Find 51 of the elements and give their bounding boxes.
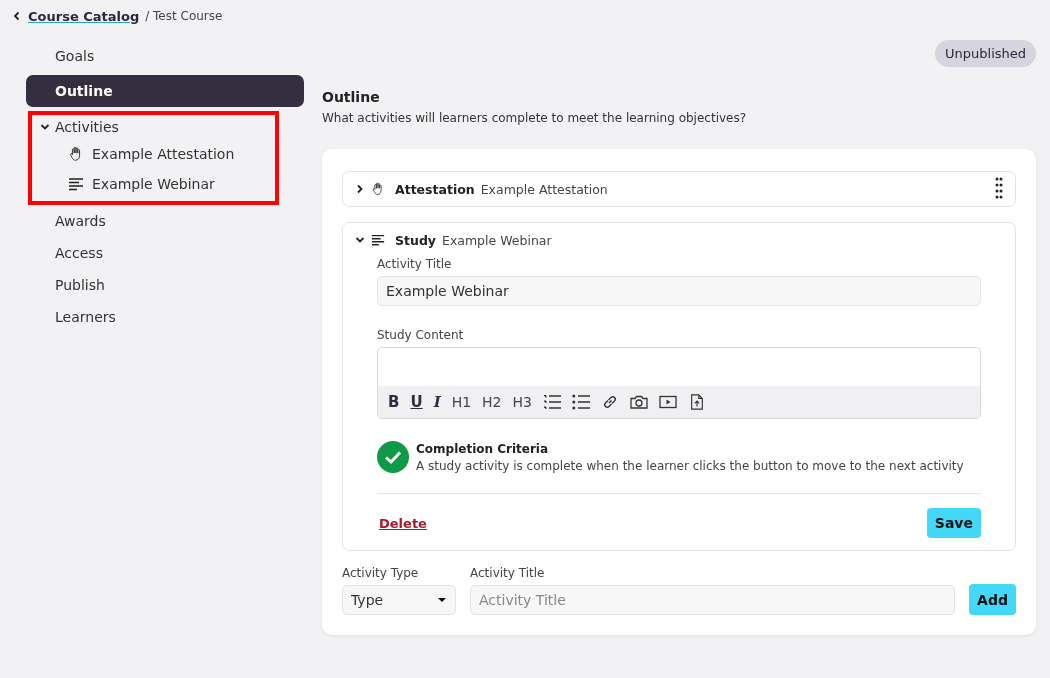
field-label: Study Content [377, 328, 465, 342]
text-lines-icon [68, 176, 84, 192]
activity-type: Study [395, 232, 436, 248]
hand-icon [371, 182, 385, 196]
save-button[interactable]: Save [926, 508, 981, 538]
italic-button[interactable]: I [433, 393, 441, 411]
activity-name: Example Webinar [442, 232, 552, 248]
criteria-text: A study activity is complete when the learner clicks the button to move to the next activity [416, 458, 964, 473]
camera-icon[interactable] [629, 394, 648, 410]
delete-link[interactable]: Delete [379, 515, 427, 531]
text-lines-icon [371, 233, 385, 247]
caret-icon [437, 597, 447, 603]
bullet-list-icon[interactable] [571, 394, 590, 410]
check-circle-icon [377, 441, 409, 473]
sidebar-item[interactable]: Publish [26, 269, 304, 301]
section-title: Outline [322, 89, 381, 105]
drag-handle-icon[interactable] [995, 177, 1003, 201]
video-icon[interactable] [658, 394, 677, 410]
chevron-icon[interactable] [355, 235, 365, 245]
sidebar-item[interactable]: Access [26, 237, 304, 269]
sidebar-item[interactable]: Learners [26, 301, 304, 333]
back-chevron-icon[interactable] [12, 11, 22, 21]
heading-button[interactable]: H2 [482, 394, 502, 410]
activity-type-dropdown[interactable]: Type [342, 585, 456, 615]
field-label: Activity Title [470, 566, 546, 580]
sidebar-item[interactable]: Awards [26, 205, 304, 237]
chevron-icon [40, 122, 50, 132]
breadcrumb-current: / Test Course [145, 9, 223, 23]
status-badge: Unpublished [935, 40, 1036, 67]
activity-type: Attestation [395, 181, 475, 197]
chevron-icon[interactable] [355, 184, 365, 194]
rich-text-editor[interactable]: B U I H1 H2 H3 [377, 347, 981, 419]
sidebar-item[interactable]: Outline [26, 75, 304, 107]
add-button[interactable]: Add [969, 584, 1016, 615]
criteria-title: Completion Criteria [416, 441, 550, 456]
breadcrumb-link[interactable]: Course Catalog [28, 8, 140, 24]
section-description: What activities will learners complete to meet the learning objectives? [322, 111, 748, 125]
underline-button[interactable]: U [410, 393, 423, 411]
activity-name: Example Attestation [480, 181, 608, 197]
sidebar-item[interactable]: Goals [26, 40, 304, 72]
sidebar-subitem[interactable]: Example Attestation [32, 139, 275, 169]
new-activity-title-field[interactable]: Activity Title [470, 585, 956, 615]
sidebar-subitem[interactable]: Example Webinar [32, 169, 275, 199]
title-field[interactable]: Example Webinar [377, 276, 981, 306]
numbered-list-icon[interactable] [542, 394, 561, 410]
heading-button[interactable]: H3 [512, 394, 532, 410]
bold-button[interactable]: B [388, 393, 400, 411]
field-label: Activity Type [342, 566, 420, 580]
sidebar-group-item[interactable]: Activities [32, 115, 275, 139]
field-label: Activity Title [377, 257, 453, 271]
heading-button[interactable]: H1 [451, 394, 472, 410]
